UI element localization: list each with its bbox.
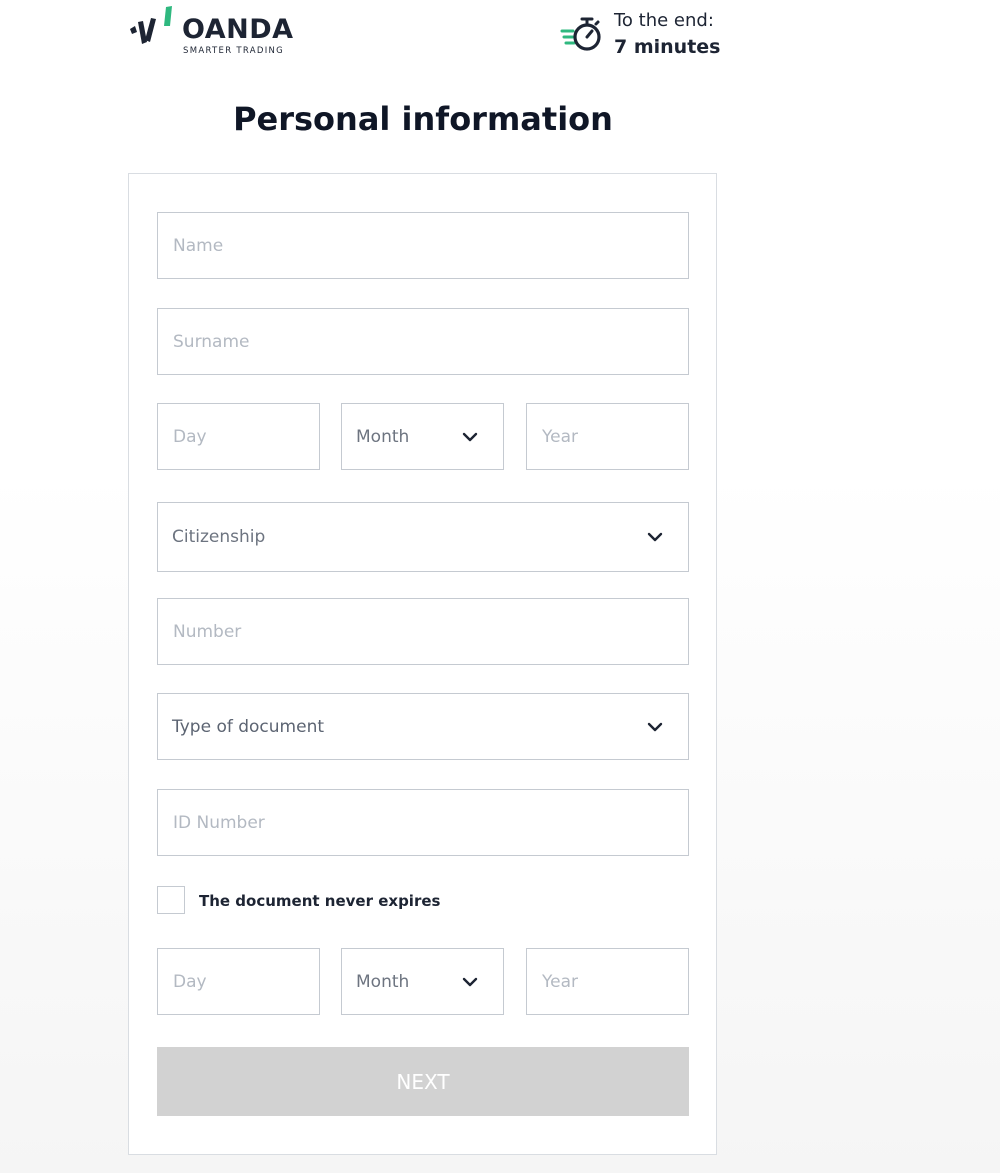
birth-month-select[interactable]: Month <box>341 403 504 470</box>
stopwatch-icon <box>560 17 601 51</box>
expiry-year-field[interactable] <box>526 948 689 1015</box>
citizenship-value: Citizenship <box>172 527 266 547</box>
document-type-select[interactable]: Type of document <box>157 693 689 760</box>
birth-year-field[interactable] <box>526 403 689 470</box>
surname-input[interactable] <box>158 309 688 374</box>
name-field[interactable] <box>157 212 689 279</box>
oanda-logo: OANDA SMARTER TRADING <box>128 4 308 60</box>
name-input[interactable] <box>158 213 688 278</box>
birth-month-value: Month <box>356 426 410 447</box>
timer-value: 7 minutes <box>614 36 721 58</box>
expiry-year-input[interactable] <box>527 949 688 1014</box>
time-remaining: To the end: 7 minutes <box>560 8 730 64</box>
number-field[interactable] <box>157 598 689 665</box>
birth-year-input[interactable] <box>527 404 688 469</box>
chevron-down-icon <box>462 977 478 987</box>
id-number-field[interactable] <box>157 789 689 856</box>
page-title: Personal information <box>233 100 613 138</box>
number-input[interactable] <box>158 599 688 664</box>
birth-day-field[interactable] <box>157 403 320 470</box>
expiry-month-select[interactable]: Month <box>341 948 504 1015</box>
brand-tagline: SMARTER TRADING <box>183 46 285 56</box>
chevron-down-icon <box>647 722 663 732</box>
chevron-down-icon <box>462 432 478 442</box>
brand-name: OANDA <box>182 14 294 45</box>
next-button[interactable]: NEXT <box>157 1047 689 1116</box>
never-expires-checkbox[interactable] <box>157 886 185 914</box>
oanda-logo-icon <box>130 6 172 44</box>
birth-day-input[interactable] <box>158 404 319 469</box>
document-type-value: Type of document <box>172 716 325 737</box>
expiry-day-input[interactable] <box>158 949 319 1014</box>
never-expires-label[interactable]: The document never expires <box>199 892 440 910</box>
id-number-input[interactable] <box>158 790 688 855</box>
chevron-down-icon <box>647 532 663 542</box>
surname-field[interactable] <box>157 308 689 375</box>
expiry-month-value: Month <box>356 971 410 992</box>
timer-label: To the end: <box>614 10 714 31</box>
citizenship-select[interactable]: Citizenship <box>157 502 689 572</box>
expiry-day-field[interactable] <box>157 948 320 1015</box>
